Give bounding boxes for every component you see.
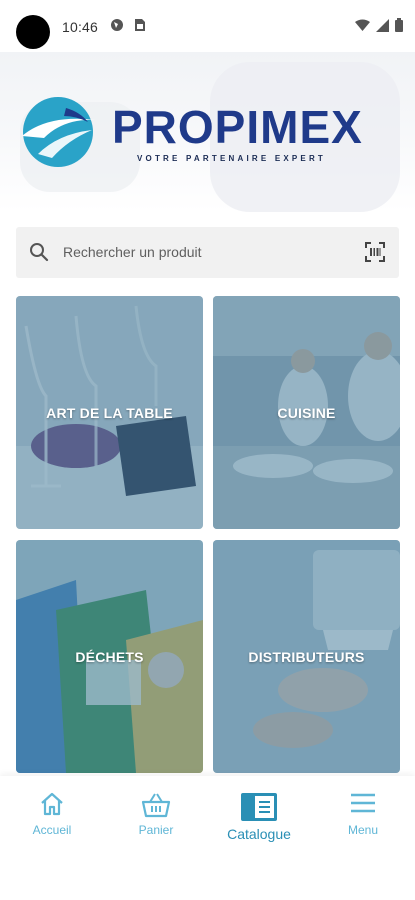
menu-icon <box>351 793 375 813</box>
nav-label: Catalogue <box>227 826 291 842</box>
nav-label: Menu <box>347 823 379 837</box>
category-label: ART DE LA TABLE <box>46 404 173 421</box>
nav-label: Accueil <box>32 823 72 837</box>
status-bar: 10:46 <box>0 0 415 52</box>
category-tile-cuisine[interactable]: CUISINE <box>213 296 400 529</box>
basket-icon <box>141 793 171 818</box>
home-icon <box>41 792 63 816</box>
camera-cutout <box>16 15 50 49</box>
search-icon <box>30 243 49 262</box>
propimex-logo-icon <box>22 97 96 167</box>
category-label: DÉCHETS <box>75 648 144 665</box>
category-label: CUISINE <box>277 404 336 421</box>
brand-name: PROPIMEX <box>112 101 363 153</box>
sim-card-icon <box>135 19 145 31</box>
nav-catalogue[interactable]: Catalogue <box>207 776 311 856</box>
category-tile-art-de-la-table[interactable]: ART DE LA TABLE <box>16 296 203 529</box>
nav-panier[interactable]: Panier <box>104 776 208 856</box>
signal-icon <box>376 18 389 32</box>
category-tile-dechets[interactable]: DÉCHETS <box>16 540 203 773</box>
category-tile-distributeurs[interactable]: DISTRIBUTEURS <box>213 540 400 773</box>
catalog-icon <box>241 793 277 821</box>
search-placeholder[interactable]: Rechercher un produit <box>63 244 202 260</box>
nav-label: Panier <box>138 823 174 837</box>
category-label: DISTRIBUTEURS <box>248 648 365 665</box>
barcode-scan-icon[interactable] <box>364 241 386 263</box>
status-time: 10:46 <box>62 19 99 35</box>
bottom-navigation: Accueil Panier Catalogue Menu <box>0 776 415 900</box>
brand-tagline: VOTRE PARTENAIRE EXPERT <box>137 154 327 163</box>
search-bar[interactable]: Rechercher un produit <box>16 227 399 278</box>
nav-accueil[interactable]: Accueil <box>0 776 104 856</box>
nav-menu[interactable]: Menu <box>311 776 415 856</box>
wifi-icon <box>355 19 370 31</box>
header-banner: PROPIMEX VOTRE PARTENAIRE EXPERT <box>0 52 415 212</box>
battery-icon <box>395 18 403 32</box>
globe-icon <box>111 19 123 31</box>
